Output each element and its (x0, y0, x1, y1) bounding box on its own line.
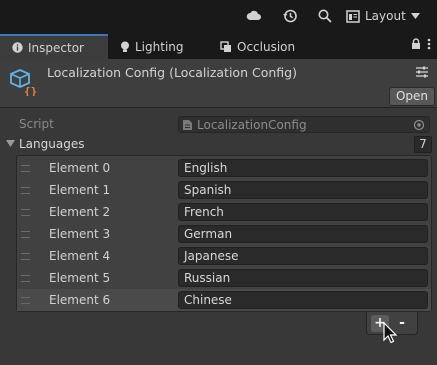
list-item[interactable]: Element 1 Spanish (17, 179, 431, 201)
element-value-field[interactable]: Chinese (178, 291, 428, 309)
element-label: Element 4 (49, 249, 111, 263)
foldout-arrow-icon[interactable] (6, 140, 15, 147)
element-value-field[interactable]: German (178, 225, 428, 243)
drag-handle-icon[interactable] (21, 187, 30, 194)
script-row: Script LocalizationConfig (0, 116, 437, 134)
languages-size-field[interactable]: 7 (414, 136, 432, 153)
tab-lighting[interactable]: Lighting (108, 34, 212, 59)
mouse-cursor-icon (383, 322, 397, 344)
element-value-field[interactable]: Russian (178, 269, 428, 287)
tab-actions (411, 38, 431, 50)
settings-icon[interactable] (415, 65, 429, 79)
element-label: Element 1 (49, 183, 111, 197)
tab-label: Occlusion (237, 39, 296, 54)
list-item[interactable]: Element 6 Chinese (17, 289, 431, 311)
element-label: Element 5 (49, 271, 111, 285)
element-label: Element 0 (49, 161, 111, 175)
tab-bar: Inspector Lighting Occlusion (0, 34, 437, 59)
element-label: Element 2 (49, 205, 111, 219)
drag-handle-icon[interactable] (21, 253, 30, 260)
layout-icon (346, 9, 360, 23)
info-icon (12, 42, 23, 53)
list-item[interactable]: Element 2 French (17, 201, 431, 223)
tab-label: Inspector (28, 40, 84, 55)
drag-handle-icon[interactable] (21, 209, 30, 216)
scriptable-object-icon: {} (10, 69, 37, 96)
search-icon[interactable] (317, 8, 333, 24)
top-toolbar: Layout (0, 0, 437, 32)
element-value-field[interactable]: Spanish (178, 181, 428, 199)
script-value: LocalizationConfig (197, 117, 307, 132)
element-value-field[interactable]: French (178, 203, 428, 221)
element-label: Element 6 (49, 293, 111, 307)
element-value-field[interactable]: English (178, 159, 428, 177)
layout-label: Layout (365, 9, 406, 23)
history-icon[interactable] (282, 8, 298, 24)
list-item[interactable]: Element 0 English (17, 157, 431, 179)
drag-handle-icon[interactable] (21, 275, 30, 282)
script-field[interactable]: LocalizationConfig (178, 116, 430, 133)
list-item[interactable]: Element 4 Japanese (17, 245, 431, 267)
script-file-icon (183, 119, 192, 130)
layout-dropdown[interactable]: Layout (346, 7, 420, 25)
languages-list: Element 0 English Element 1 Spanish Elem… (16, 155, 432, 312)
inspector-panel: {} Localization Config (Localization Con… (0, 59, 437, 365)
tab-label: Lighting (135, 39, 184, 54)
tab-inspector[interactable]: Inspector (0, 34, 108, 59)
list-item[interactable]: Element 5 Russian (17, 267, 431, 289)
languages-row: Languages 7 (0, 136, 437, 154)
drag-handle-icon[interactable] (21, 297, 30, 304)
occlusion-icon (220, 40, 231, 52)
list-item[interactable]: Element 3 German (17, 223, 431, 245)
element-value-field[interactable]: Japanese (178, 247, 428, 265)
object-picker-icon[interactable] (413, 119, 425, 131)
svg-text:{}: {} (24, 85, 37, 96)
script-label: Script (19, 117, 54, 131)
bulb-icon (121, 41, 129, 52)
cloud-icon[interactable] (246, 8, 262, 24)
tab-occlusion[interactable]: Occlusion (208, 34, 318, 59)
caret-down-icon (410, 13, 420, 19)
component-header: {} Localization Config (Localization Con… (0, 59, 437, 108)
element-label: Element 3 (49, 227, 111, 241)
lock-icon[interactable] (411, 38, 421, 50)
drag-handle-icon[interactable] (21, 231, 30, 238)
languages-label[interactable]: Languages (19, 137, 84, 151)
more-options-icon[interactable] (427, 38, 431, 50)
component-title: Localization Config (Localization Config… (47, 65, 297, 80)
drag-handle-icon[interactable] (21, 165, 30, 172)
open-button[interactable]: Open (389, 87, 435, 106)
